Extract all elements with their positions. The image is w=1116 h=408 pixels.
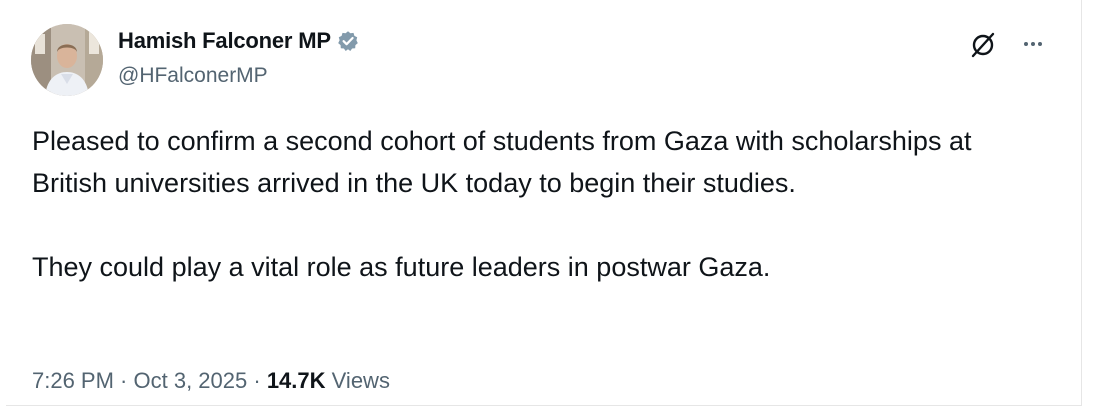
tweet-paragraph: They could play a vital role as future l… [32,252,771,282]
more-options-icon[interactable] [1018,32,1048,56]
tweet-time[interactable]: 7:26 PM [32,368,114,393]
more-dot [1031,42,1035,46]
author-name[interactable]: Hamish Falconer MP [118,28,331,54]
tweet-date[interactable]: Oct 3, 2025 [134,368,248,393]
avatar[interactable] [31,24,103,96]
avatar-photo [31,24,103,96]
grok-icon[interactable] [968,30,998,60]
tweet-card: Hamish Falconer MP @HFalconerMP Pleased … [6,0,1082,406]
tweet-paragraph: Pleased to confirm a second cohort of st… [32,126,972,198]
meta-separator: · [247,368,267,393]
tweet-text: Pleased to confirm a second cohort of st… [32,120,1052,288]
more-dot [1038,42,1042,46]
meta-separator: · [113,368,134,393]
views-label: Views [331,368,390,393]
author-handle[interactable]: @HFalconerMP [118,64,268,88]
tweet-meta: 7:26 PM · Oct 3, 2025 · 14.7K Views [32,368,390,394]
verified-badge-icon [337,31,358,51]
more-dot [1024,42,1028,46]
author-name-row: Hamish Falconer MP [118,28,359,54]
views-count[interactable]: 14.7K [267,368,326,393]
